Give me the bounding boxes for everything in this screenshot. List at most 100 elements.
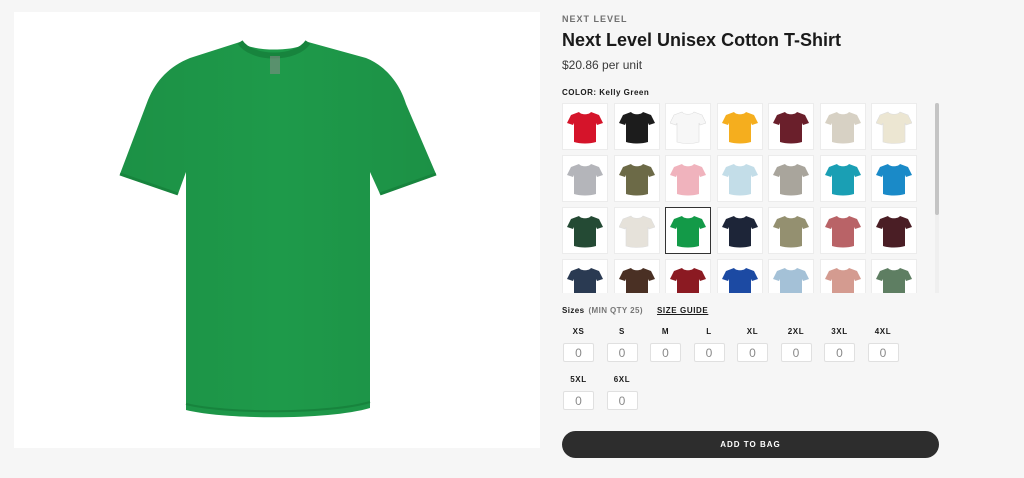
- color-swatch[interactable]: [562, 155, 608, 202]
- swatch-scrollbar-thumb[interactable]: [935, 103, 939, 215]
- color-swatch[interactable]: [871, 259, 917, 293]
- tshirt-swatch-icon: [670, 215, 706, 247]
- size-cell-3xl: 3XL: [823, 326, 856, 362]
- tshirt-swatch-icon: [721, 215, 758, 247]
- color-swatch[interactable]: [665, 155, 711, 202]
- color-swatch[interactable]: [871, 207, 917, 254]
- tshirt-swatch-icon: [567, 215, 603, 247]
- size-label: M: [661, 327, 670, 336]
- tshirt-swatch-icon: [824, 163, 861, 195]
- color-swatch[interactable]: [562, 207, 608, 254]
- size-qty-input-s[interactable]: [606, 343, 638, 362]
- tshirt-swatch-icon: [721, 111, 758, 143]
- sizes-header: Sizes (MIN QTY 25): [562, 306, 643, 315]
- size-qty-input-l[interactable]: [693, 343, 725, 362]
- color-swatch[interactable]: [716, 259, 763, 293]
- color-swatch[interactable]: [871, 155, 917, 202]
- size-cell-xl: XL: [736, 326, 769, 362]
- tshirt-swatch-icon: [876, 163, 912, 195]
- min-qty-label: (MIN QTY 25): [588, 306, 643, 315]
- color-swatch[interactable]: [768, 155, 814, 202]
- color-swatch[interactable]: [613, 207, 660, 254]
- tshirt-swatch-icon: [618, 111, 655, 143]
- tshirt-swatch-icon: [721, 267, 758, 293]
- tshirt-swatch-icon: [618, 163, 655, 195]
- size-cell-6xl: 6XL: [606, 374, 639, 410]
- size-qty-input-xs[interactable]: [563, 343, 594, 362]
- size-guide-link[interactable]: SIZE GUIDE: [657, 306, 708, 315]
- color-swatch[interactable]: [819, 259, 866, 293]
- size-qty-input-3xl[interactable]: [824, 343, 855, 362]
- color-swatch[interactable]: [665, 259, 711, 293]
- size-qty-input-5xl[interactable]: [563, 391, 594, 410]
- size-cell-2xl: 2XL: [780, 326, 813, 362]
- size-label: 3XL: [831, 327, 848, 336]
- tshirt-swatch-icon: [773, 267, 809, 293]
- tshirt-swatch-icon: [824, 111, 861, 143]
- color-swatch[interactable]: [613, 259, 660, 293]
- size-cell-xs: XS: [562, 326, 595, 362]
- size-label: S: [619, 327, 625, 336]
- tshirt-swatch-icon: [876, 215, 912, 247]
- color-swatch[interactable]: [819, 103, 866, 150]
- color-label: COLOR: Kelly Green: [562, 88, 650, 97]
- tshirt-image: [119, 40, 437, 418]
- size-label: XS: [572, 327, 585, 336]
- size-cell-4xl: 4XL: [867, 326, 900, 362]
- tshirt-swatch-icon: [670, 163, 706, 195]
- size-label: 4XL: [874, 327, 892, 336]
- tshirt-swatch-icon: [567, 111, 603, 143]
- sizes-label: Sizes: [562, 306, 585, 315]
- size-label: 6XL: [613, 375, 631, 384]
- color-swatch[interactable]: [768, 103, 814, 150]
- color-swatch[interactable]: [819, 207, 866, 254]
- tshirt-swatch-icon: [876, 111, 912, 144]
- color-swatch[interactable]: [613, 103, 660, 150]
- color-swatch[interactable]: [768, 207, 814, 254]
- tshirt-swatch-icon: [618, 267, 655, 293]
- color-swatch[interactable]: [716, 207, 763, 254]
- tshirt-swatch-icon: [876, 267, 912, 293]
- size-cell-s: S: [606, 326, 639, 362]
- size-qty-input-xl[interactable]: [737, 343, 768, 362]
- color-swatch[interactable]: [665, 103, 711, 150]
- tshirt-swatch-icon: [567, 163, 603, 195]
- color-swatch[interactable]: [871, 103, 917, 150]
- color-swatch[interactable]: [562, 259, 608, 293]
- size-label: XL: [746, 327, 759, 336]
- tshirt-swatch-icon: [670, 111, 706, 144]
- tshirt-swatch-icon: [773, 163, 809, 195]
- tshirt-swatch-icon: [773, 215, 809, 247]
- size-qty-input-6xl[interactable]: [606, 391, 638, 410]
- brand-name: NEXT LEVEL: [562, 14, 628, 24]
- color-swatch[interactable]: [716, 155, 763, 202]
- tshirt-swatch-icon: [773, 111, 809, 143]
- color-swatch[interactable]: [716, 103, 763, 150]
- size-label: 5XL: [570, 375, 587, 384]
- tshirt-swatch-icon: [618, 215, 655, 248]
- size-label: 2XL: [787, 327, 805, 336]
- tshirt-swatch-icon: [824, 215, 861, 247]
- sizes-grid: XS S M L XL 2XL 3XL 4XL: [562, 326, 942, 410]
- color-swatch[interactable]: [665, 207, 711, 254]
- color-swatch-grid: [562, 103, 930, 293]
- color-swatch-list: [562, 103, 930, 293]
- add-to-bag-button[interactable]: ADD TO BAG: [562, 431, 939, 458]
- color-swatch[interactable]: [613, 155, 660, 202]
- size-qty-input-2xl[interactable]: [780, 343, 812, 362]
- size-cell-m: M: [649, 326, 682, 362]
- size-qty-input-m[interactable]: [650, 343, 681, 362]
- tshirt-swatch-icon: [721, 163, 758, 195]
- tshirt-swatch-icon: [567, 267, 603, 293]
- color-swatch[interactable]: [768, 259, 814, 293]
- swatch-scrollbar[interactable]: [935, 103, 939, 293]
- product-title: Next Level Unisex Cotton T-Shirt: [562, 30, 842, 50]
- tshirt-swatch-icon: [824, 267, 861, 293]
- size-cell-l: L: [693, 326, 726, 362]
- color-swatch[interactable]: [562, 103, 608, 150]
- product-price: $20.86 per unit: [562, 58, 643, 72]
- size-qty-input-4xl[interactable]: [867, 343, 899, 362]
- size-label: L: [706, 327, 712, 336]
- tshirt-swatch-icon: [670, 267, 706, 293]
- color-swatch[interactable]: [819, 155, 866, 202]
